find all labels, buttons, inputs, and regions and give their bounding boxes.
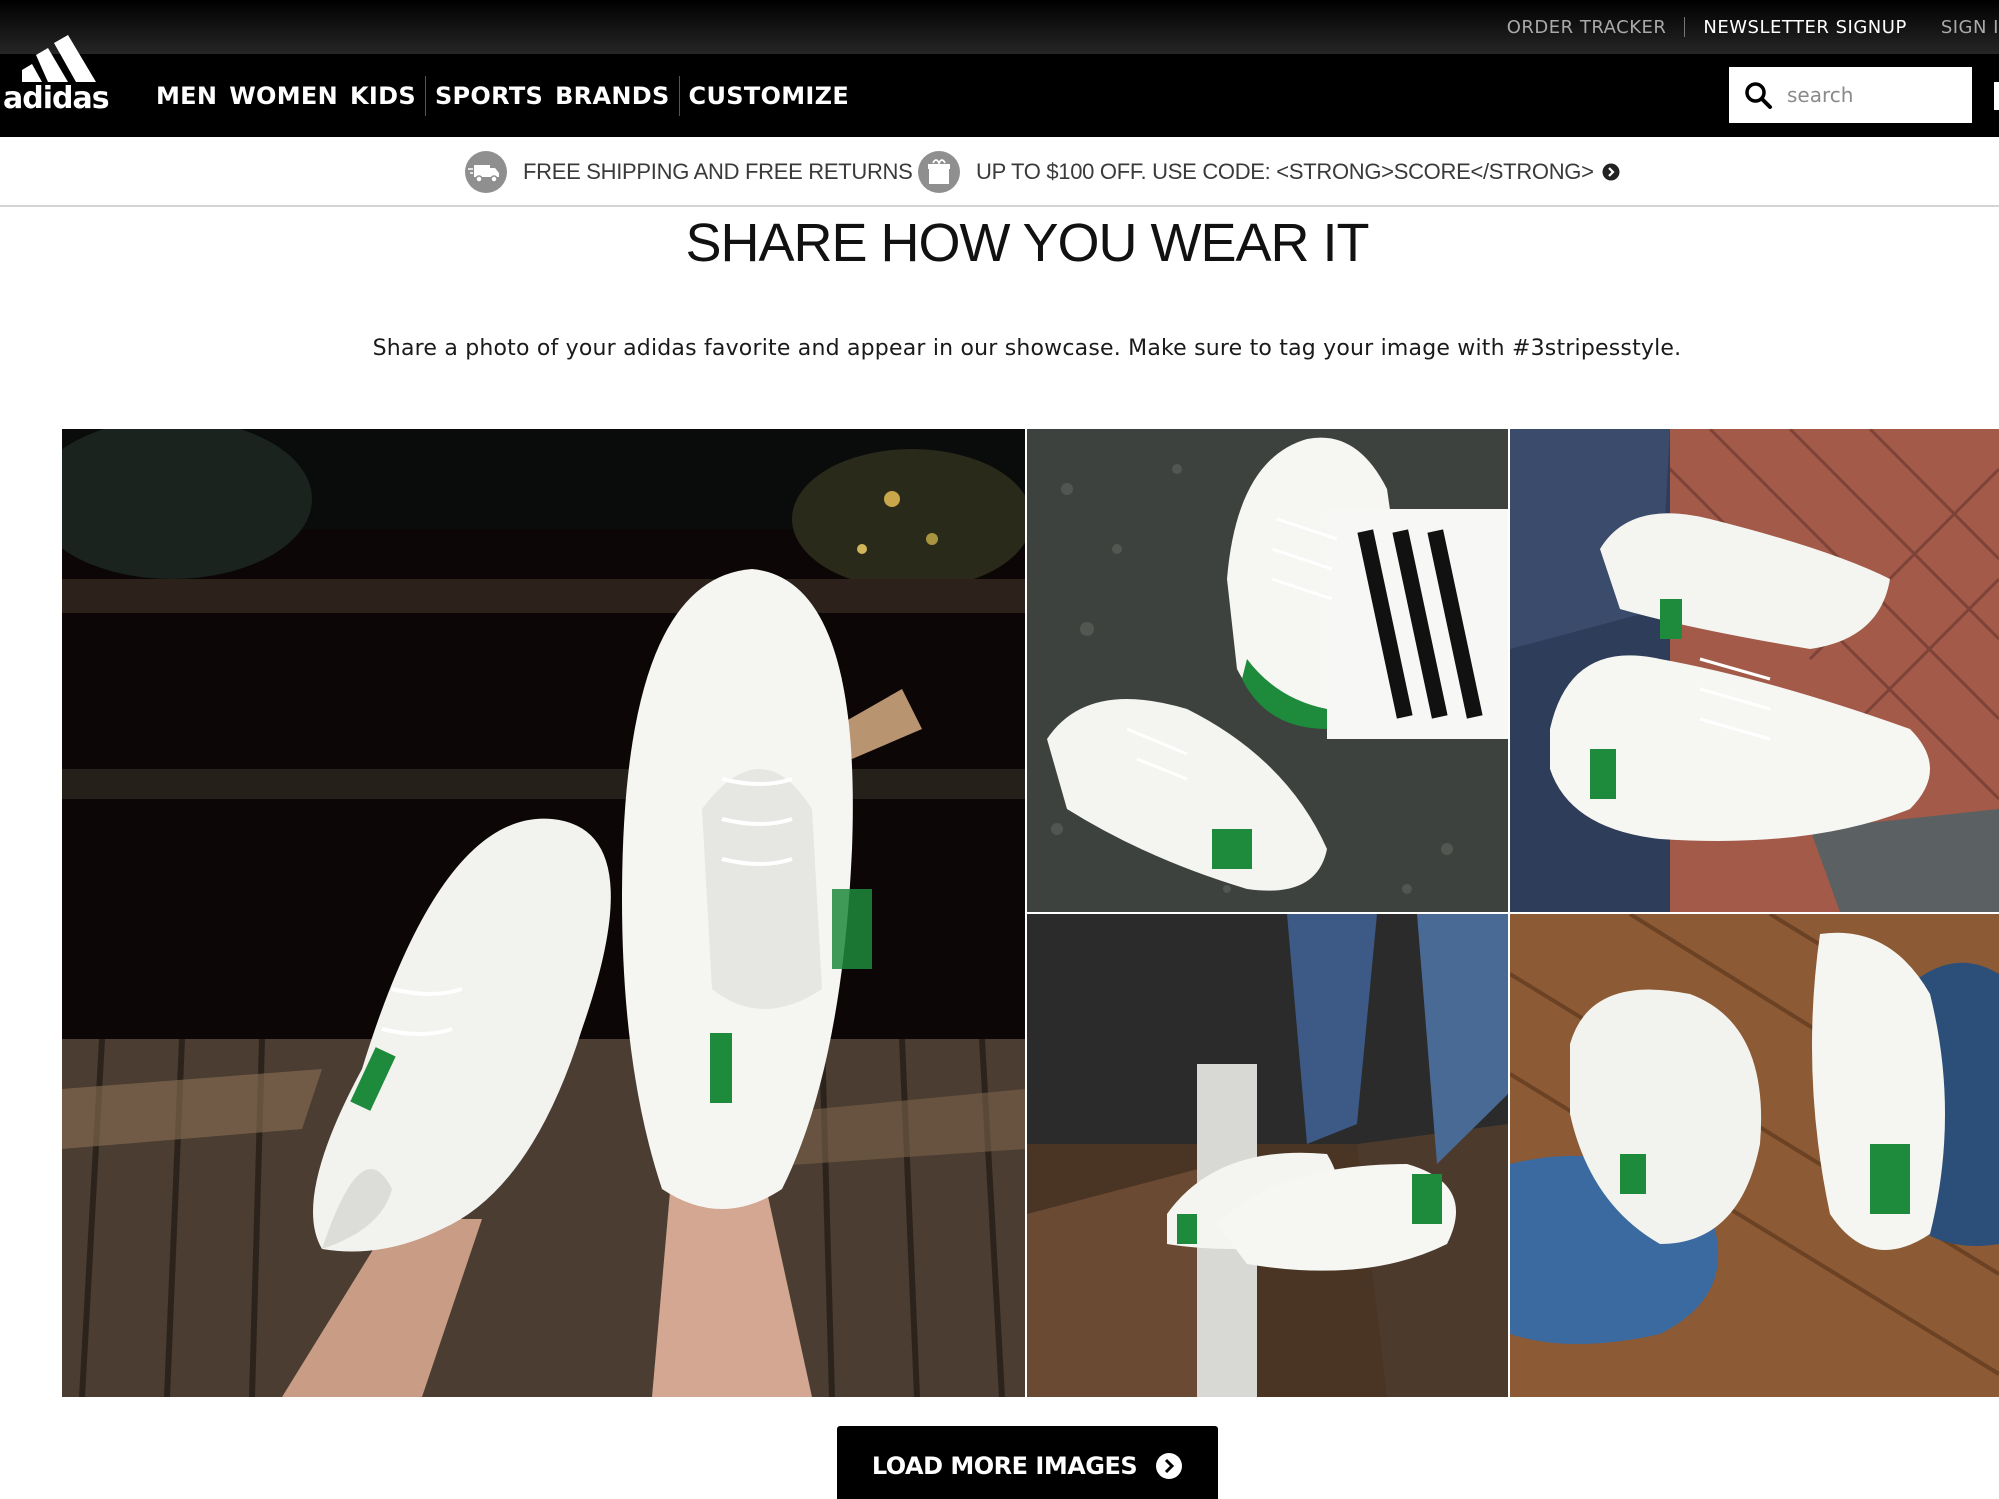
sign-in-link[interactable]: SIGN I xyxy=(1941,17,1999,38)
nav-divider xyxy=(678,75,680,116)
nav-sports[interactable]: SPORTS xyxy=(435,82,543,110)
gallery-photo-main[interactable] xyxy=(62,429,1025,1397)
nav-divider xyxy=(424,75,426,116)
gallery-photo-1[interactable] xyxy=(1027,429,1508,912)
sneaker-on-wood-floor-image xyxy=(1510,914,1999,1397)
gift-icon xyxy=(918,151,960,193)
utility-links: ORDER TRACKER NEWSLETTER SIGNUP SIGN I xyxy=(1507,0,1999,54)
promo-bar: FREE SHIPPING AND FREE RETURNS UP TO $10… xyxy=(0,137,1999,207)
gallery-photo-3[interactable] xyxy=(1027,914,1508,1397)
chevron-right-circle-icon xyxy=(1155,1452,1183,1480)
cart-icon[interactable] xyxy=(1994,82,1999,110)
sneakers-with-jeans-image xyxy=(1027,914,1508,1397)
nav-customize[interactable]: CUSTOMIZE xyxy=(689,82,849,110)
promo-free-shipping-text: FREE SHIPPING AND FREE RETURNS xyxy=(523,159,913,184)
gallery-photo-2[interactable] xyxy=(1510,429,1999,912)
nav-women[interactable]: WOMEN xyxy=(229,82,338,110)
search-box[interactable] xyxy=(1729,67,1972,123)
photo-gallery xyxy=(62,429,1999,1397)
gallery-photo-4[interactable] xyxy=(1510,914,1999,1397)
page-title: SHARE HOW YOU WEAR IT xyxy=(685,213,1369,273)
nav-kids[interactable]: KIDS xyxy=(350,82,416,110)
promo-discount-text: UP TO $100 OFF. USE CODE: <STRONG>SCORE<… xyxy=(976,159,1594,184)
adidas-logo-icon: adidas xyxy=(3,35,110,116)
order-tracker-link[interactable]: ORDER TRACKER xyxy=(1507,17,1667,38)
promo-discount-code[interactable]: UP TO $100 OFF. USE CODE: <STRONG>SCORE<… xyxy=(918,151,1620,193)
load-more-label: LOAD MORE IMAGES xyxy=(871,1452,1138,1480)
adidas-logo[interactable]: adidas xyxy=(2,28,124,116)
load-more-images-button[interactable]: LOAD MORE IMAGES xyxy=(837,1426,1218,1499)
newsletter-signup-link[interactable]: NEWSLETTER SIGNUP xyxy=(1703,17,1906,38)
utility-bar: ORDER TRACKER NEWSLETTER SIGNUP SIGN I xyxy=(0,0,1999,54)
search-input[interactable] xyxy=(1787,83,1957,107)
utility-divider xyxy=(1684,17,1686,37)
promo-free-shipping[interactable]: FREE SHIPPING AND FREE RETURNS xyxy=(465,151,939,193)
truck-icon xyxy=(465,151,507,193)
primary-nav: MEN WOMEN KIDS SPORTS BRANDS CUSTOMIZE xyxy=(156,54,849,137)
sneaker-striped-sock-image xyxy=(1027,429,1508,912)
nav-men[interactable]: MEN xyxy=(156,82,217,110)
adidas-wordmark: adidas xyxy=(3,81,109,112)
nav-brands[interactable]: BRANDS xyxy=(555,82,669,110)
sneakers-on-deck-image xyxy=(62,429,1025,1397)
chevron-right-icon xyxy=(1602,163,1620,181)
search-icon[interactable] xyxy=(1743,80,1773,110)
page-description: Share a photo of your adidas favorite an… xyxy=(372,336,1682,361)
sneakers-on-brick-image xyxy=(1510,429,1999,912)
